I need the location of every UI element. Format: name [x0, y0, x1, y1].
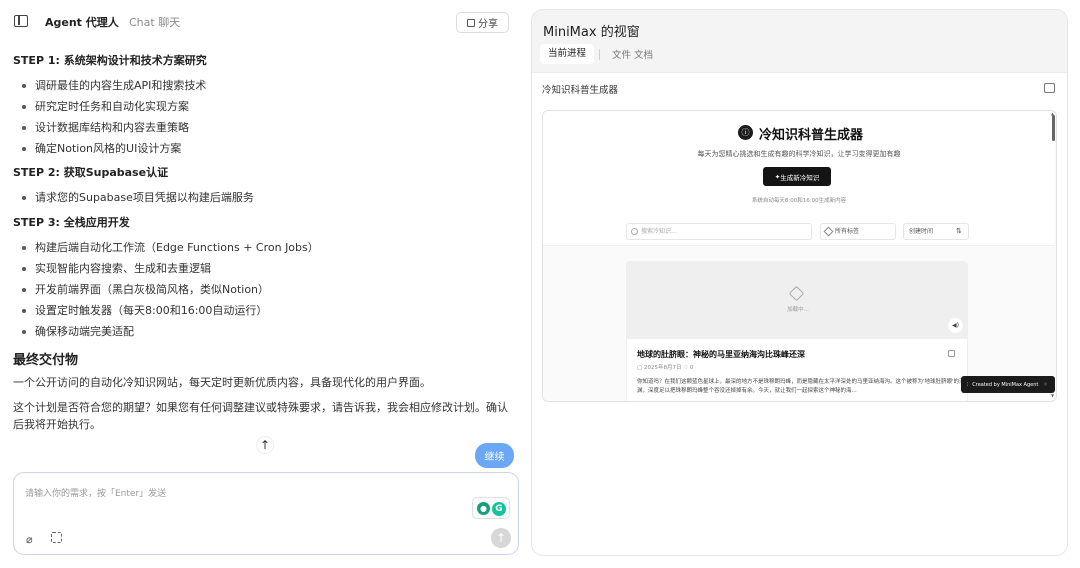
list-item: 设置定时触发器（每天8:00和16:00自动运行） — [21, 304, 268, 317]
file-title: 冷知识科普生成器 — [542, 85, 619, 96]
list-item: 调研最佳的内容生成API和搜索技术 — [21, 79, 207, 92]
closing-text: 这个计划是否符合您的期望？如果您有任何调整建议或特殊要求，请告诉我，我会相应修改… — [13, 401, 508, 431]
waveform-icon: ⫶ — [967, 381, 969, 388]
chat-pane: Agent 代理人 Chat 聊天 分享 STEP 1: 系统架构设计和技术方案… — [0, 0, 528, 568]
continue-button[interactable]: 继续 — [475, 443, 514, 468]
tab-chat[interactable]: Chat 聊天 — [129, 14, 180, 30]
arrow-up-icon: ↑ — [259, 438, 271, 452]
loading-text: 加载中... — [787, 307, 809, 313]
panel-body: 冷知识科普生成器 ⓘ 冷知识科普生成器 每天为您精心挑选和生成有趣的科学冷知识，… — [532, 72, 1067, 555]
app-subtitle: 每天为您精心挑选和生成有趣的科学冷知识，让学习变得更加有趣 — [697, 150, 901, 158]
input-placeholder: 请输入你的需求，按「Enter」发送 — [25, 489, 167, 499]
list-item: 请求您的Supabase项目凭据以构建后端服务 — [22, 191, 254, 204]
deliverable-title: 最终交付物 — [13, 353, 79, 368]
share-label: 分享 — [478, 19, 498, 30]
list-item: 确保移动端完美适配 — [22, 325, 134, 338]
panel-title: MiniMax 的视窗 — [543, 25, 640, 40]
step-title: STEP 3: 全栈应用开发 — [13, 216, 130, 229]
tab-agent[interactable]: Agent 代理人 — [45, 14, 119, 30]
app-title: 冷知识科普生成器 — [759, 128, 864, 143]
scroll-up-button[interactable]: ↑ — [256, 436, 274, 454]
badge-label: Created by MiniMax Agent — [972, 381, 1039, 388]
message-input[interactable]: 请输入你的需求，按「Enter」发送 ● G ⌀ ↑ — [13, 472, 519, 555]
card-meta: ▢ 2025年8月7日 ♡ 0 — [637, 363, 693, 371]
auto-note: 系统自动每天8:00和16:00生成新内容 — [751, 198, 847, 204]
step-title: STEP 2: 获取Supabase认证 — [13, 166, 169, 179]
preview-scrollbar[interactable] — [1052, 115, 1055, 141]
chat-topbar: Agent 代理人 Chat 聊天 分享 — [0, 0, 528, 42]
computer-view-panel: MiniMax 的视窗 当前进程 文件 文档 冷知识科普生成器 ⓘ 冷知识科普生… — [531, 9, 1068, 556]
tab-current-process[interactable]: 当前进程 — [540, 44, 595, 64]
grammarly-icon[interactable]: G — [492, 502, 506, 516]
sidebar-toggle-icon[interactable] — [14, 15, 28, 27]
paperclip-icon[interactable]: ⌀ — [26, 533, 33, 546]
list-item: 开发前端界面（黑白灰极简风格，类似Notion） — [21, 283, 270, 296]
generate-label: 生成新冷知识 — [780, 173, 820, 182]
list-item: 构建后端自动化工作流（Edge Functions + Cron Jobs） — [22, 241, 319, 254]
app-logo-icon: ⓘ — [738, 125, 753, 140]
arrow-up-icon: ↑ — [495, 531, 507, 545]
share-button[interactable]: 分享 — [456, 12, 509, 33]
copy-icon[interactable] — [948, 350, 955, 357]
tag-filter-select[interactable]: 所有标签 — [820, 223, 896, 240]
generate-button[interactable]: ✦ 生成新冷知识 — [763, 167, 831, 186]
fact-card[interactable]: 加载中... ◀) 地球的肚脐眼：神秘的马里亚纳海沟比珠峰还深 ▢ 2025年8… — [626, 261, 968, 401]
card-likes: 0 — [689, 365, 694, 371]
list-item: 实现智能内容搜索、生成和去重逻辑 — [22, 262, 211, 275]
tag-icon — [788, 285, 805, 302]
send-button[interactable]: ↑ — [491, 528, 511, 548]
open-window-icon[interactable] — [1044, 83, 1055, 93]
list-item: 确定Notion风格的UI设计方案 — [21, 142, 182, 155]
close-icon[interactable]: × — [1043, 381, 1048, 388]
card-date: 2025年8月7日 — [643, 365, 682, 371]
grammarly-widget[interactable]: ● G — [472, 497, 510, 519]
heart-icon[interactable]: ♡ — [683, 365, 690, 371]
sort-icon[interactable]: ⇅ — [956, 227, 962, 235]
card-image-placeholder: 加载中... ◀) — [627, 262, 967, 339]
card-text: 你知道吗？在我们这颗蓝色星球上，最深的地方不是珠穆朗玛峰，而是隐藏在太平洋深处的… — [637, 379, 965, 394]
tab-files[interactable]: 文件 文档 — [612, 47, 653, 61]
created-by-badge[interactable]: ⫶ Created by MiniMax Agent — [961, 376, 1055, 393]
card-title: 地球的肚脐眼：神秘的马里亚纳海沟比珠峰还深 — [637, 350, 805, 359]
lightbulb-icon[interactable]: ● — [477, 502, 490, 515]
calendar-icon: ▢ — [637, 365, 644, 371]
select-area-icon[interactable] — [51, 532, 62, 543]
scroll-down-arrow-icon[interactable]: ▼ — [1051, 393, 1054, 398]
list-item: 设计数据库结构和内容去重策略 — [22, 121, 189, 134]
speaker-icon[interactable]: ◀) — [948, 318, 963, 333]
list-item: 研究定时任务和自动化实现方案 — [22, 100, 189, 113]
share-icon — [467, 18, 475, 27]
website-preview[interactable]: ⓘ 冷知识科普生成器 每天为您精心挑选和生成有趣的科学冷知识，让学习变得更加有趣… — [542, 110, 1057, 402]
tab-divider — [599, 49, 600, 60]
deliverable-text: 一个公开访问的自动化冷知识网站，每天定时更新优质内容，具备现代化的用户界面。 — [13, 376, 431, 389]
preview-header: ⓘ 冷知识科普生成器 每天为您精心挑选和生成有趣的科学冷知识，让学习变得更加有趣… — [543, 111, 1055, 246]
step-title: STEP 1: 系统架构设计和技术方案研究 — [13, 54, 207, 67]
search-input[interactable]: 搜索冷知识... — [626, 223, 812, 240]
